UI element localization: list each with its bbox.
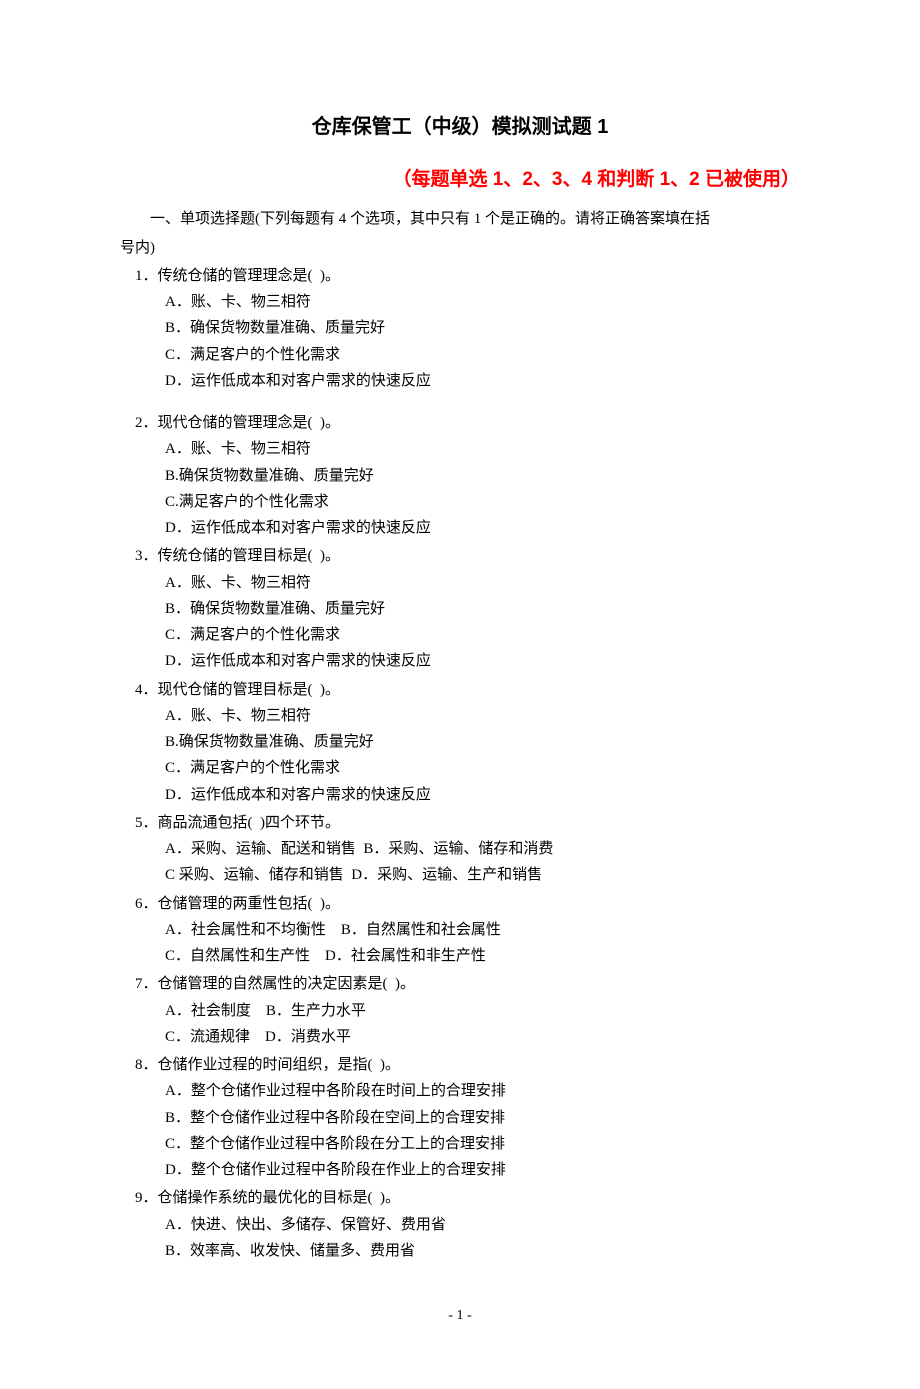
option-d: D．运作低成本和对客户需求的快速反应 [120,515,800,541]
option-d: D．运作低成本和对客户需求的快速反应 [120,648,800,674]
option-c: C．满足客户的个性化需求 [120,342,800,368]
question-8: 8．仓储作业过程的时间组织，是指( )。 A．整个仓储作业过程中各阶段在时间上的… [120,1052,800,1183]
options-line-2: C 采购、运输、储存和销售 D．采购、运输、生产和销售 [120,862,800,888]
option-d: D．运作低成本和对客户需求的快速反应 [120,368,800,394]
option-a: A．整个仓储作业过程中各阶段在时间上的合理安排 [120,1078,800,1104]
question-6: 6．仓储管理的两重性包括( )。 A．社会属性和不均衡性 B．自然属性和社会属性… [120,891,800,970]
section-instructions-line2: 号内) [120,235,800,261]
option-c: C．整个仓储作业过程中各阶段在分工上的合理安排 [120,1131,800,1157]
question-3: 3．传统仓储的管理目标是( )。 A．账、卡、物三相符 B．确保货物数量准确、质… [120,543,800,674]
question-stem: 4．现代仓储的管理目标是( )。 [120,677,800,703]
question-stem: 3．传统仓储的管理目标是( )。 [120,543,800,569]
option-a: A．账、卡、物三相符 [120,570,800,596]
question-stem: 7．仓储管理的自然属性的决定因素是( )。 [120,971,800,997]
question-1: 1．传统仓储的管理理念是( )。 A．账、卡、物三相符 B．确保货物数量准确、质… [120,263,800,394]
options-line-1: A．社会属性和不均衡性 B．自然属性和社会属性 [120,917,800,943]
exam-subtitle: （每题单选 1、2、3、4 和判断 1、2 已被使用） [120,163,800,196]
option-d: D．运作低成本和对客户需求的快速反应 [120,782,800,808]
option-a: A．账、卡、物三相符 [120,289,800,315]
section-instructions-line1: 一、单项选择题(下列每题有 4 个选项，其中只有 1 个是正确的。请将正确答案填… [120,206,800,232]
options-line-2: C．自然属性和生产性 D．社会属性和非生产性 [120,943,800,969]
option-a: A．快进、快出、多储存、保管好、费用省 [120,1212,800,1238]
option-b: B.确保货物数量准确、质量完好 [120,463,800,489]
question-stem: 9．仓储操作系统的最优化的目标是( )。 [120,1185,800,1211]
option-b: B．确保货物数量准确、质量完好 [120,596,800,622]
option-b: B．整个仓储作业过程中各阶段在空间上的合理安排 [120,1105,800,1131]
question-stem: 6．仓储管理的两重性包括( )。 [120,891,800,917]
option-a: A．账、卡、物三相符 [120,703,800,729]
exam-title: 仓库保管工（中级）模拟测试题 1 [120,110,800,145]
page-number: - 1 - [120,1304,800,1329]
options-line-1: A．社会制度 B．生产力水平 [120,998,800,1024]
option-b: B．效率高、收发快、储量多、费用省 [120,1238,800,1264]
question-stem: 1．传统仓储的管理理念是( )。 [120,263,800,289]
options-line-2: C．流通规律 D．消费水平 [120,1024,800,1050]
option-b: B.确保货物数量准确、质量完好 [120,729,800,755]
option-a: A．账、卡、物三相符 [120,436,800,462]
option-c: C.满足客户的个性化需求 [120,489,800,515]
question-stem: 5．商品流通包括( )四个环节。 [120,810,800,836]
question-4: 4．现代仓储的管理目标是( )。 A．账、卡、物三相符 B.确保货物数量准确、质… [120,677,800,808]
question-9: 9．仓储操作系统的最优化的目标是( )。 A．快进、快出、多储存、保管好、费用省… [120,1185,800,1264]
question-stem: 8．仓储作业过程的时间组织，是指( )。 [120,1052,800,1078]
option-c: C．满足客户的个性化需求 [120,622,800,648]
options-line-1: A．采购、运输、配送和销售 B．采购、运输、储存和消费 [120,836,800,862]
option-c: C．满足客户的个性化需求 [120,755,800,781]
option-d: D．整个仓储作业过程中各阶段在作业上的合理安排 [120,1157,800,1183]
question-7: 7．仓储管理的自然属性的决定因素是( )。 A．社会制度 B．生产力水平 C．流… [120,971,800,1050]
option-b: B．确保货物数量准确、质量完好 [120,315,800,341]
question-5: 5．商品流通包括( )四个环节。 A．采购、运输、配送和销售 B．采购、运输、储… [120,810,800,889]
question-stem: 2．现代仓储的管理理念是( )。 [120,410,800,436]
question-2: 2．现代仓储的管理理念是( )。 A．账、卡、物三相符 B.确保货物数量准确、质… [120,410,800,541]
